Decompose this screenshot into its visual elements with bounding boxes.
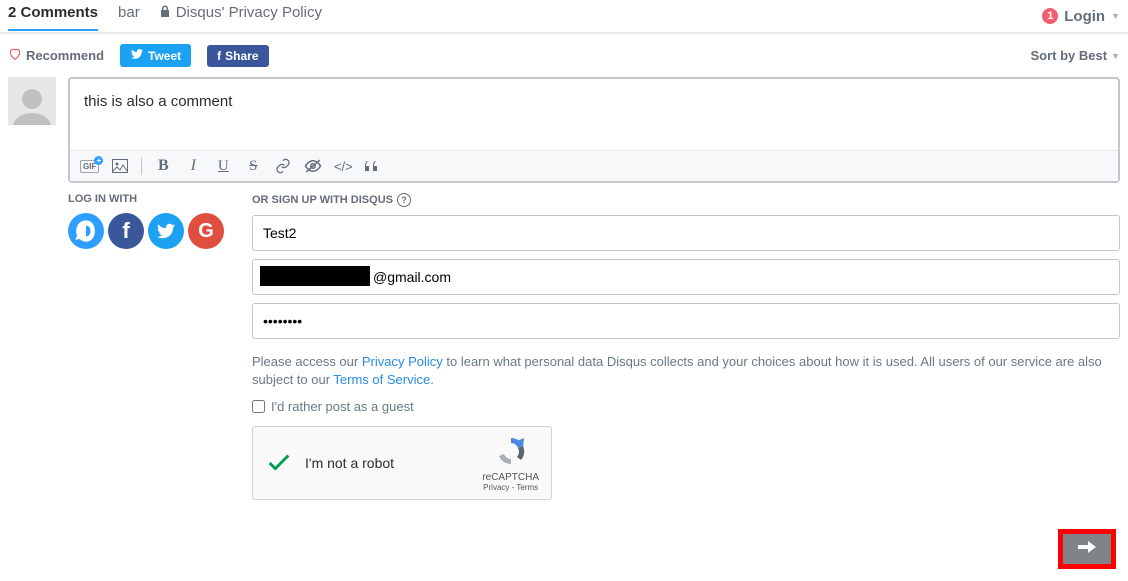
guest-label: I'd rather post as a guest [271, 399, 414, 414]
divider [141, 157, 142, 175]
compose-box: this is also a comment GIF + B I U S [68, 77, 1120, 183]
underline-icon[interactable]: U [214, 157, 232, 175]
name-input[interactable] [252, 215, 1120, 251]
recaptcha-label: I'm not a robot [305, 455, 394, 471]
tweet-button[interactable]: Tweet [120, 44, 191, 67]
gif-icon[interactable]: GIF + [80, 160, 99, 173]
help-icon[interactable]: ? [397, 193, 411, 207]
code-icon[interactable]: </> [334, 157, 352, 175]
tweet-label: Tweet [148, 49, 181, 63]
login-disqus-button[interactable] [68, 213, 104, 249]
email-input[interactable] [252, 259, 1120, 295]
signup-label: OR SIGN UP WITH DISQUS ? [252, 193, 1120, 207]
notification-badge: 1 [1042, 8, 1058, 24]
quote-icon[interactable] [364, 157, 382, 175]
submit-highlight [1058, 529, 1116, 569]
password-input[interactable] [252, 303, 1120, 339]
sort-label: Sort by Best [1031, 48, 1108, 63]
recommend-button[interactable]: Recommend [8, 47, 104, 64]
strikethrough-icon[interactable]: S [244, 157, 262, 175]
link-icon[interactable] [274, 157, 292, 175]
share-label: Share [225, 49, 258, 63]
recaptcha-links[interactable]: Privacy - Terms [482, 483, 539, 492]
recaptcha-box: I'm not a robot reCAPTCHA Privacy - Term… [252, 426, 552, 500]
recaptcha-brand: reCAPTCHA [482, 472, 539, 483]
privacy-policy-link[interactable]: Privacy Policy [362, 354, 443, 369]
spoiler-icon[interactable] [304, 157, 322, 175]
tab-privacy-label: Disqus' Privacy Policy [176, 4, 322, 21]
action-row: Recommend Tweet f Share Sort by Best ▼ [0, 34, 1128, 77]
comment-textarea[interactable]: this is also a comment [70, 79, 1118, 150]
login-twitter-button[interactable] [148, 213, 184, 249]
tab-site[interactable]: bar [118, 4, 140, 29]
chevron-down-icon: ▼ [1111, 11, 1120, 21]
submit-button[interactable] [1063, 534, 1111, 564]
recaptcha-logo-icon [495, 454, 527, 471]
image-icon[interactable] [111, 157, 129, 175]
legal-text: Please access our Privacy Policy to lear… [252, 353, 1120, 389]
sort-dropdown[interactable]: Sort by Best ▼ [1031, 48, 1121, 63]
twitter-icon [130, 48, 144, 63]
checkmark-icon [265, 449, 293, 477]
tab-comments[interactable]: 2 Comments [8, 4, 98, 31]
recommend-label: Recommend [26, 48, 104, 63]
tab-privacy[interactable]: Disqus' Privacy Policy [160, 4, 322, 29]
guest-checkbox[interactable] [252, 400, 265, 413]
italic-icon[interactable]: I [184, 157, 202, 175]
facebook-icon: f [217, 49, 221, 63]
login-with-label: LOG IN WITH [68, 193, 228, 205]
bold-icon[interactable]: B [154, 157, 172, 175]
login-facebook-button[interactable]: f [108, 213, 144, 249]
login-dropdown[interactable]: 1 Login ▼ [1042, 8, 1120, 25]
email-redaction [260, 266, 370, 286]
terms-link[interactable]: Terms of Service [333, 372, 430, 387]
lock-icon [160, 4, 170, 21]
heart-icon [8, 47, 22, 64]
arrow-right-icon [1078, 540, 1096, 559]
chevron-down-icon: ▼ [1111, 51, 1120, 61]
login-google-button[interactable]: G [188, 213, 224, 249]
avatar [8, 77, 56, 125]
compose-toolbar: GIF + B I U S </> [70, 150, 1118, 181]
login-label: Login [1064, 8, 1105, 25]
header: 2 Comments bar Disqus' Privacy Policy 1 … [0, 0, 1128, 34]
share-button[interactable]: f Share [207, 45, 268, 67]
